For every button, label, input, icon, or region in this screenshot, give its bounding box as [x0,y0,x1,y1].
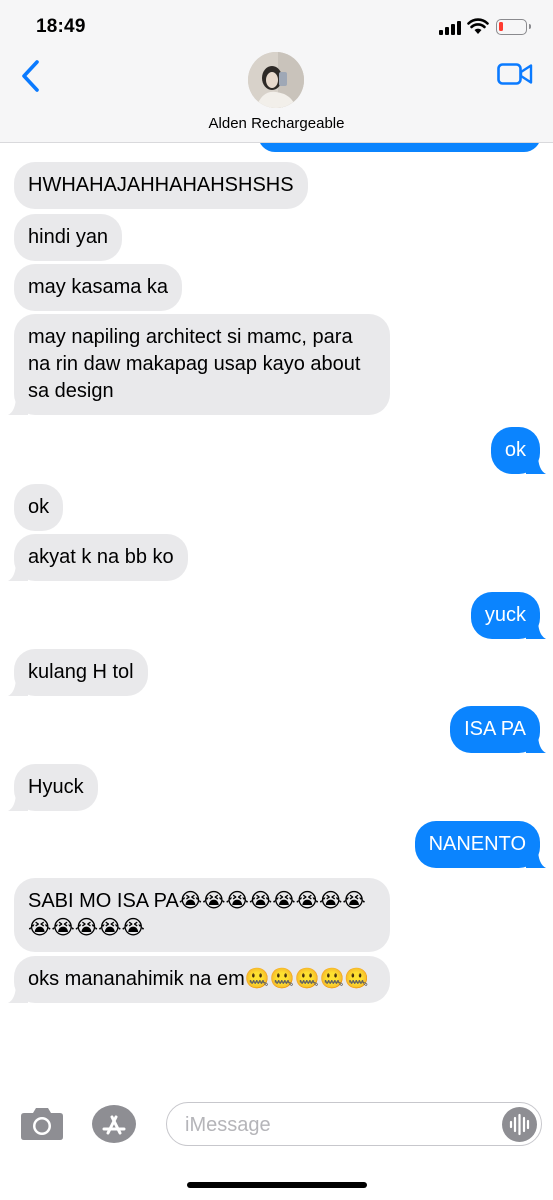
camera-icon[interactable] [20,1105,64,1141]
message-text: NANENTO [428,833,526,855]
bubble-tail [8,395,28,415]
bubble-tail [8,676,28,696]
incoming-message[interactable]: HWHAHAJAHHAHAHSHSHS [14,162,308,209]
bubble-tail [526,733,546,753]
incoming-message[interactable]: Hyuck [8,764,98,811]
app-store-icon[interactable] [91,1104,137,1144]
message-text: may kasama ka [28,276,169,298]
incoming-message[interactable]: akyat k na bb ko [8,534,188,581]
message-input-placeholder: iMessage [185,1114,271,1136]
incoming-message[interactable]: may napiling architect si mamc, para na … [8,314,390,415]
message-text: hindi yan [28,226,109,248]
bubble-tail [8,561,28,581]
message-text: HWHAHAJAHHAHAHSHSHS [28,174,294,196]
message-text: ok [28,496,50,518]
message-text: akyat k na bb ko [28,546,174,568]
message-text: may napiling architect si mamc, para na … [28,326,367,402]
message-text: oks mananahimik na em🤐🤐🤐🤐🤐 [28,968,370,990]
bubble-tail [526,619,546,639]
battery-icon [496,19,531,35]
message-text: ok [504,439,526,461]
bubble-tail [526,848,546,868]
outgoing-message[interactable]: NANENTO [414,821,546,868]
incoming-message[interactable]: hindi yan [14,214,123,261]
cellular-signal-icon [439,21,463,35]
message-text: yuck [484,604,526,626]
avatar-photo [248,52,304,108]
message-text: ISA PA [464,718,526,740]
outgoing-message[interactable]: yuck [470,592,546,639]
conversation-header: 18:49 Alden Rechargeable [0,0,553,143]
bubble-tail [8,983,28,1003]
message-text: kulang H tol [28,661,134,683]
message-text: Hyuck [28,776,84,798]
battery-level-fill [499,22,503,31]
message-input[interactable]: iMessage [166,1102,542,1146]
incoming-message[interactable]: oks mananahimik na em🤐🤐🤐🤐🤐 [8,956,390,1003]
incoming-message[interactable]: kulang H tol [8,649,148,696]
home-indicator[interactable] [187,1182,367,1188]
wifi-icon [467,18,489,34]
contact-name[interactable]: Alden Rechargeable [0,115,553,132]
bubble-tail [8,791,28,811]
incoming-message[interactable]: SABI MO ISA PA😭😭😭😭😭😭😭😭😭😭😭😭😭 [14,878,390,952]
outgoing-message[interactable]: ISA PA [450,706,546,753]
bubble-tail [526,454,546,474]
message-text: SABI MO ISA PA😭😭😭😭😭😭😭😭😭😭😭😭😭 [28,890,366,939]
outgoing-message[interactable]: ok [490,427,546,474]
incoming-message[interactable]: may kasama ka [14,264,183,311]
status-time: 18:49 [36,16,86,37]
chevron-left-icon[interactable] [18,58,44,94]
audio-message-button[interactable] [502,1107,537,1142]
audio-waveform-icon [509,1113,530,1136]
incoming-message[interactable]: ok [14,484,64,531]
contact-avatar[interactable] [248,52,304,108]
video-camera-icon[interactable] [497,62,533,86]
